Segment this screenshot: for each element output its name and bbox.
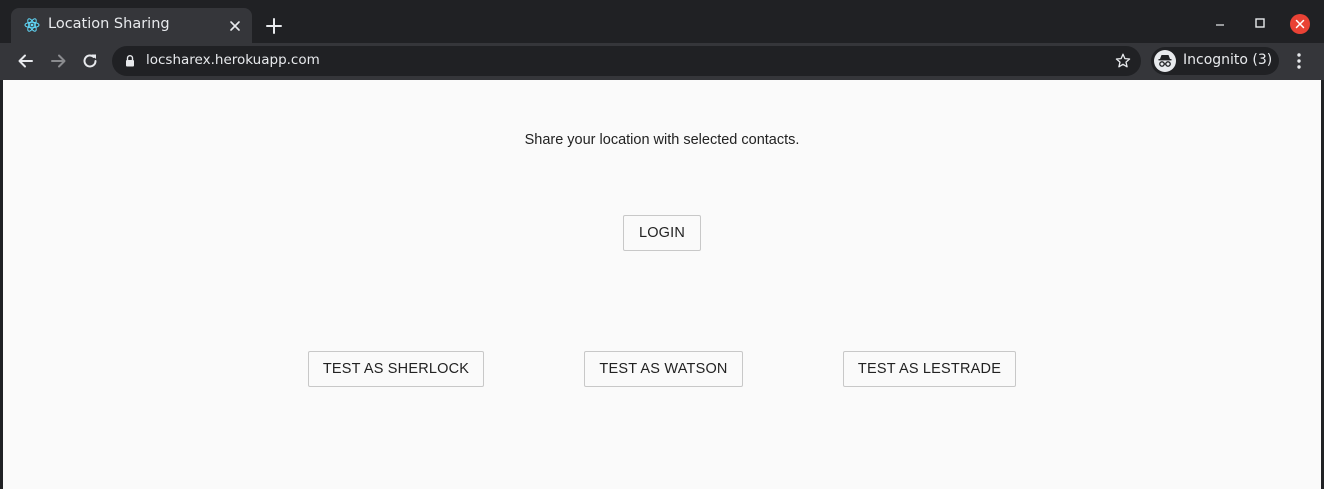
back-arrow-icon[interactable]: [16, 51, 36, 71]
maximize-icon[interactable]: [1249, 13, 1271, 35]
bookmark-star-icon[interactable]: [1114, 52, 1132, 70]
test-as-sherlock-button[interactable]: TEST AS SHERLOCK: [308, 351, 484, 387]
address-bar[interactable]: locsharex.herokuapp.com: [112, 46, 1141, 76]
react-logo-icon: [24, 18, 40, 32]
profile-label: Incognito (3): [1183, 52, 1273, 68]
tab-strip: Location Sharing: [0, 0, 1324, 43]
tab-title: Location Sharing: [48, 16, 170, 32]
incognito-profile-button[interactable]: Incognito (3): [1151, 47, 1279, 75]
browser-window: Location Sharing locsharex.herokuapp.com…: [0, 0, 1324, 489]
forward-arrow-icon[interactable]: [48, 51, 68, 71]
tab-location-sharing[interactable]: Location Sharing: [11, 8, 252, 43]
browser-toolbar: locsharex.herokuapp.com Incognito (3): [0, 43, 1324, 80]
page-content: Share your location with selected contac…: [3, 80, 1321, 489]
tab-close-icon[interactable]: [227, 18, 243, 34]
test-as-watson-button[interactable]: TEST AS WATSON: [584, 351, 743, 387]
login-button[interactable]: LOGIN: [623, 215, 701, 251]
page-tagline: Share your location with selected contac…: [524, 132, 800, 148]
test-as-lestrade-button[interactable]: TEST AS LESTRADE: [843, 351, 1016, 387]
reload-icon[interactable]: [80, 51, 100, 71]
minimize-icon[interactable]: [1209, 13, 1231, 35]
new-tab-plus-icon[interactable]: [264, 16, 284, 36]
url-text[interactable]: locsharex.herokuapp.com: [146, 52, 320, 68]
close-window-icon[interactable]: [1289, 13, 1311, 35]
incognito-icon: [1154, 50, 1176, 72]
lock-icon[interactable]: [124, 54, 136, 68]
more-menu-icon[interactable]: [1290, 51, 1308, 71]
